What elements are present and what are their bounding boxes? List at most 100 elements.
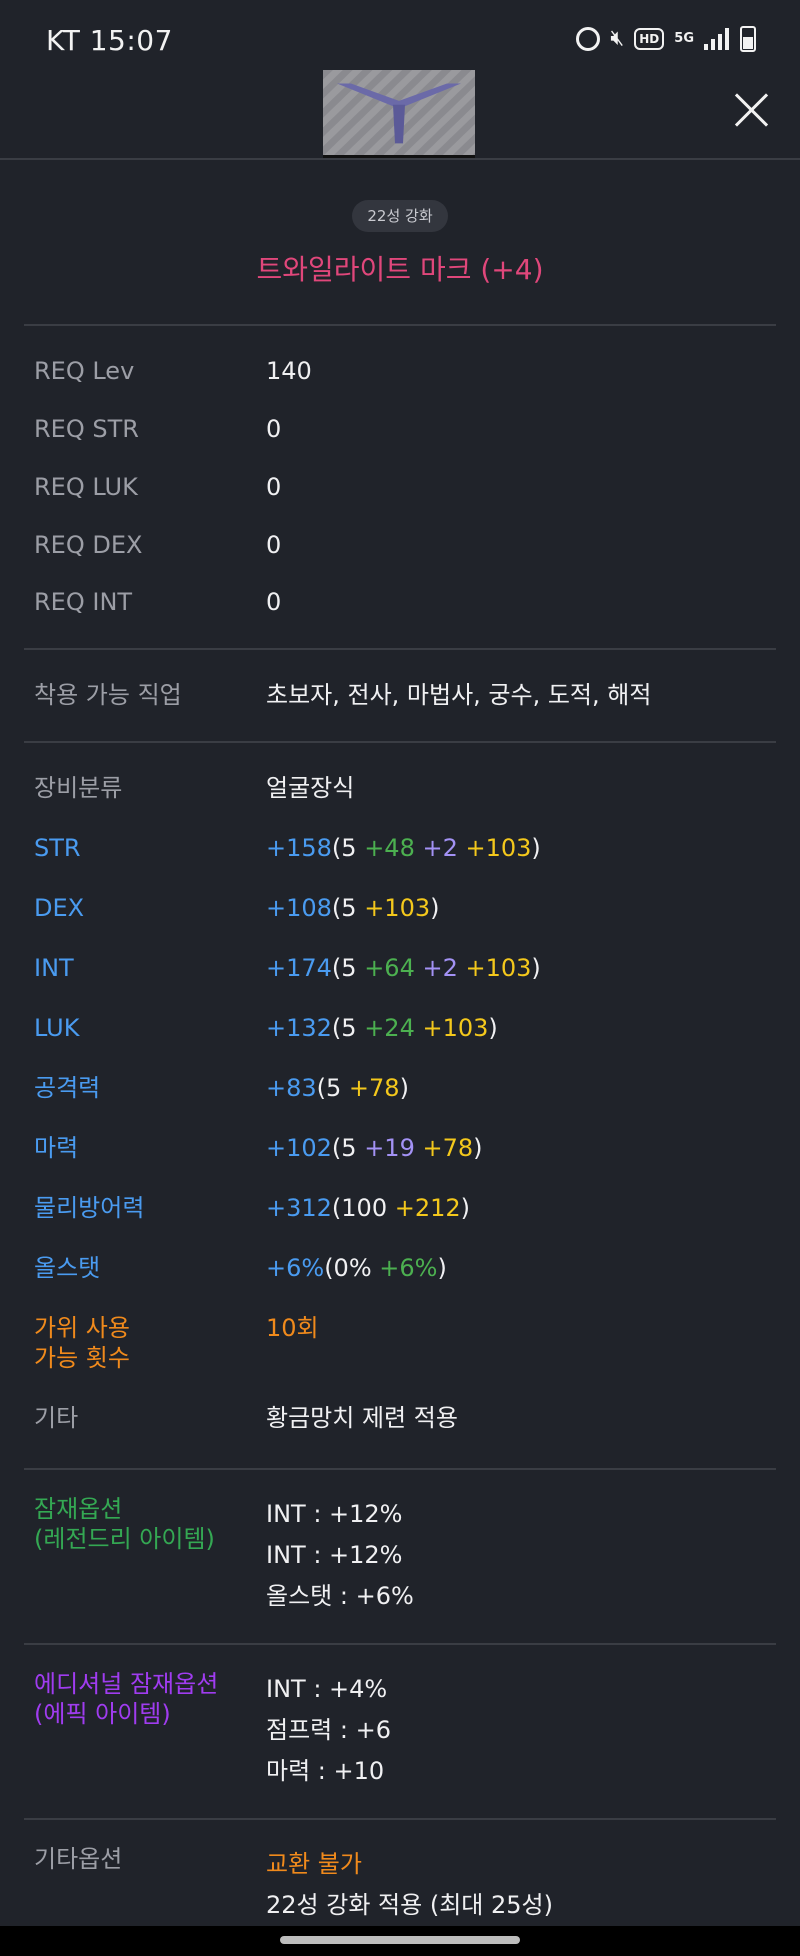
additional-potential-line: INT : +4% (266, 1675, 388, 1703)
additional-potential-row: 에디셔널 잠재옵션 (에픽 아이템) INT : +4% 점프력 : +6 마력… (34, 1669, 774, 1799)
req-label: REQ STR (34, 415, 139, 443)
scissors-label-line1: 가위 사용 (34, 1314, 130, 1342)
stat-value: +108(5 +103) (266, 893, 766, 923)
stat-close-paren: ) (437, 1254, 447, 1282)
mute-icon: 🔇︎ (610, 26, 625, 51)
potential-line: INT : +12% (266, 1541, 403, 1569)
5g-icon: 5G (674, 31, 694, 46)
stat-close-paren: ) (531, 954, 541, 982)
stat-close-paren: ) (531, 834, 541, 862)
divider (24, 1643, 776, 1645)
stat-total: +312 (266, 1194, 332, 1222)
stat-label: DEX (34, 894, 85, 922)
additional-potential-label: 에디셔널 잠재옵션 (에픽 아이템) (34, 1669, 264, 1729)
req-label: REQ LUK (34, 473, 138, 501)
additional-potential-line: 점프력 : +6 (266, 1716, 391, 1744)
stat-label: INT (34, 954, 74, 982)
etc-label: 기타 (34, 1404, 79, 1432)
stat-label: 올스탯 (34, 1254, 101, 1282)
scissors-value: 10회 (266, 1314, 319, 1342)
trade-restriction: 교환 불가 (266, 1850, 362, 1878)
stat-starforce: +78 (414, 1134, 474, 1162)
stat-close-paren: ) (460, 1194, 471, 1222)
stat-label: 물리방어력 (34, 1194, 145, 1222)
stat-value: +174(5 +64 +2 +103) (266, 953, 766, 983)
req-value: 0 (266, 473, 282, 501)
additional-potential-label-line1: 에디셔널 잠재옵션 (34, 1670, 219, 1698)
divider (24, 648, 776, 650)
category-label: 장비분류 (34, 774, 123, 802)
other-options-lines: 교환 불가 22성 강화 적용 (최대 25성) (266, 1844, 766, 1926)
stat-base: (5 (331, 954, 357, 982)
stat-base: (5 (331, 1134, 357, 1162)
req-label: REQ Lev (34, 357, 135, 385)
stat-flame: +24 (356, 1014, 415, 1042)
req-label: REQ INT (34, 588, 133, 616)
stat-starforce: +103 (414, 1014, 489, 1042)
stat-base: (0% (324, 1254, 372, 1282)
etc-value: 황금망치 제련 적용 (266, 1404, 458, 1432)
stat-total: +174 (266, 954, 332, 982)
stat-flame: +64 (356, 954, 415, 982)
star-force-note: 22성 강화 적용 (최대 25성) (266, 1891, 553, 1919)
alarm-icon (576, 27, 601, 51)
potential-label-line2: (레전드리 아이템) (34, 1525, 215, 1553)
req-value: 140 (266, 357, 312, 385)
stat-value: +6%(0% +6%) (266, 1253, 766, 1283)
stat-value: +83(5 +78) (266, 1073, 766, 1103)
twilight-mark-icon (323, 70, 475, 158)
additional-potential-line: 마력 : +10 (266, 1757, 385, 1785)
stat-close-paren: ) (430, 894, 440, 922)
stat-total: +6% (266, 1254, 325, 1282)
item-header (0, 66, 800, 160)
signal-icon (704, 28, 730, 50)
stat-base: (100 (331, 1194, 388, 1222)
stat-close-paren: ) (488, 1014, 498, 1042)
other-options-row: 기타옵션 교환 불가 22성 강화 적용 (최대 25성) (34, 1844, 774, 1926)
stat-value: +312(100 +212) (266, 1193, 766, 1223)
stat-total: +83 (266, 1074, 317, 1102)
stat-label: 마력 (34, 1134, 79, 1162)
close-icon[interactable] (730, 88, 774, 132)
req-value: 0 (266, 588, 282, 616)
stat-total: +158 (266, 834, 332, 862)
stat-total: +108 (266, 894, 332, 922)
scissors-label-line2: 가능 횟수 (34, 1344, 130, 1372)
status-time: KT 15:07 (46, 24, 173, 57)
stat-starforce: +103 (457, 954, 532, 982)
stat-base: (5 (316, 1074, 342, 1102)
divider (24, 324, 776, 326)
scissors-row: 가위 사용 가능 횟수 10회 (34, 1313, 774, 1377)
stat-starforce: +103 (356, 894, 431, 922)
other-options-label: 기타옵션 (34, 1845, 123, 1873)
req-value: 0 (266, 531, 282, 559)
stat-label: 공격력 (34, 1074, 101, 1102)
stat-starforce: +212 (387, 1194, 461, 1222)
stat-starforce: +103 (457, 834, 532, 862)
divider (24, 1818, 776, 1820)
stat-label: STR (34, 834, 81, 862)
req-value: 0 (266, 415, 282, 443)
stat-value: +158(5 +48 +2 +103) (266, 833, 766, 863)
stat-label: LUK (34, 1014, 80, 1042)
stat-total: +132 (266, 1014, 332, 1042)
battery-icon (740, 26, 756, 52)
stat-base: (5 (331, 1014, 357, 1042)
stat-flame: +48 (356, 834, 415, 862)
stat-scroll: +2 (414, 954, 458, 982)
stat-scroll: +2 (414, 834, 458, 862)
divider (24, 741, 776, 743)
potential-row: 잠재옵션 (레전드리 아이템) INT : +12% INT : +12% 올스… (34, 1494, 774, 1624)
item-name: 트와일라이트 마크 (+4) (256, 253, 544, 286)
additional-potential-label-line2: (에픽 아이템) (34, 1700, 171, 1728)
potential-label-line1: 잠재옵션 (34, 1495, 123, 1523)
stat-close-paren: ) (473, 1134, 483, 1162)
stat-starforce: +78 (341, 1074, 400, 1102)
potential-label: 잠재옵션 (레전드리 아이템) (34, 1494, 264, 1554)
potential-line: INT : +12% (266, 1500, 403, 1528)
home-indicator[interactable] (0, 1926, 800, 1956)
status-icons: 🔇︎ HD 5G (576, 26, 756, 52)
stat-scroll: +19 (356, 1134, 415, 1162)
potential-line: 올스탯 : +6% (266, 1582, 414, 1610)
category-value: 얼굴장식 (266, 774, 355, 802)
